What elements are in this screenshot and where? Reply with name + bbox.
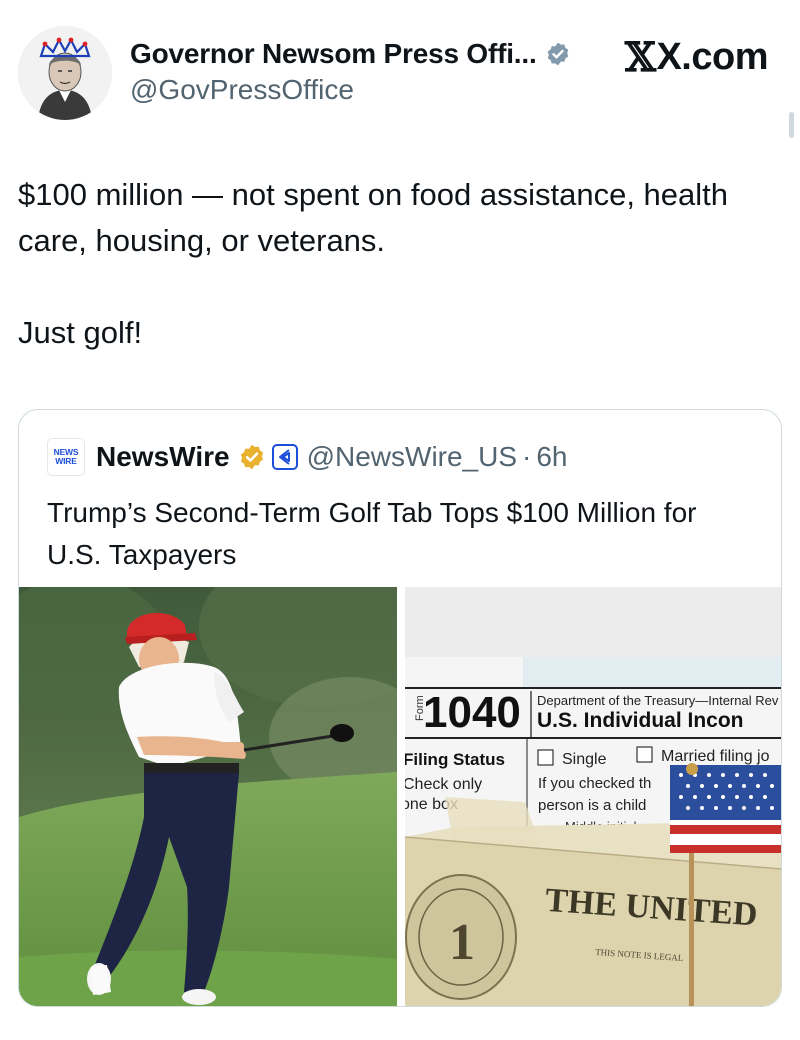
- tweet-text-paragraph: Just golf!: [18, 315, 143, 350]
- quoted-display-name[interactable]: NewsWire: [96, 441, 230, 473]
- tax-form-photo[interactable]: Form 1040 Department of the Treasury—Int…: [405, 587, 781, 1006]
- quoted-post-text: Trump’s Second-Term Golf Tab Tops $100 M…: [47, 497, 697, 570]
- quoted-handle[interactable]: @NewsWire_US: [307, 441, 517, 473]
- check-only-label: Check only: [405, 776, 482, 793]
- gold-verified-badge-icon: [238, 443, 266, 471]
- author-avatar[interactable]: [18, 26, 112, 120]
- married-label: Married filing jo: [661, 748, 770, 765]
- tweet-text-paragraph: $100 million — not spent on food assista…: [18, 177, 729, 258]
- checked-text: If you checked th: [538, 775, 651, 792]
- quoted-post-card[interactable]: NEWS WIRE NewsWire @NewsWire_US · 6h Tru…: [18, 409, 782, 1007]
- separator-dot: ·: [522, 441, 532, 472]
- scrollbar[interactable]: [789, 112, 794, 138]
- bill-numeral: 1: [449, 914, 475, 971]
- newswire-avatar[interactable]: NEWS WIRE: [47, 438, 85, 476]
- newswire-logo-text: WIRE: [55, 456, 77, 466]
- form-number: 1040: [423, 688, 521, 737]
- quoted-post-header: NEWS WIRE NewsWire @NewsWire_US · 6h: [47, 438, 568, 476]
- filing-status-label: Filing Status: [405, 750, 505, 769]
- x-com-label: 𝕏 X.com: [624, 34, 769, 81]
- married-checkbox: [636, 746, 653, 763]
- site-label: X.com: [656, 36, 768, 78]
- author-name-row: Governor Newsom Press Offi...: [130, 34, 571, 74]
- affiliate-badge-icon: [271, 444, 298, 470]
- golfer-photo[interactable]: [19, 587, 397, 1006]
- form-department: Department of the Treasury—Internal Rev: [537, 693, 779, 708]
- single-checkbox: [537, 749, 554, 766]
- quoted-media: Form 1040 Department of the Treasury—Int…: [19, 587, 781, 1006]
- form-title: U.S. Individual Incon: [537, 709, 744, 732]
- child-text: person is a child: [538, 797, 646, 814]
- x-logo-icon: 𝕏: [624, 34, 656, 81]
- author-handle[interactable]: @GovPressOffice: [130, 74, 354, 106]
- verified-badge-icon: [545, 41, 571, 67]
- single-label: Single: [562, 751, 607, 768]
- tweet-text: $100 million — not spent on food assista…: [18, 172, 778, 356]
- author-display-name[interactable]: Governor Newsom Press Offi...: [130, 38, 537, 70]
- quoted-timestamp[interactable]: 6h: [536, 441, 567, 473]
